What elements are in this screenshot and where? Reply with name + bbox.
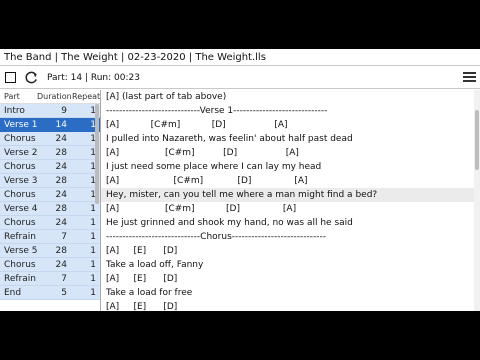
part-duration: 24 [55,260,67,270]
toolbar: Part: 14 | Run: 00:23 [0,67,480,89]
part-row[interactable]: Verse 1 14 1 [0,118,100,132]
part-name: Chorus [4,162,36,172]
part-row[interactable]: Chorus 24 1 [0,132,100,146]
part-row[interactable]: Verse 4 28 1 [0,202,100,216]
part-repeat: 1 [90,218,96,228]
part-name: Verse 1 [4,120,38,130]
lyric-line: [A] [C#m] [D] [A] [106,176,308,186]
parts-header: Part Duration Repeat [0,90,100,104]
part-duration: 28 [55,246,67,256]
part-repeat: 1 [90,288,96,298]
lyric-line: Take a load off, Fanny [106,260,204,270]
header-part: Part [4,92,20,101]
part-name: Intro [4,106,25,116]
part-row[interactable]: Refrain 7 1 [0,272,100,286]
part-name: Verse 5 [4,246,38,256]
part-duration: 24 [55,162,67,172]
part-duration: 28 [55,204,67,214]
status-readout: Part: 14 | Run: 00:23 [47,73,140,83]
part-row[interactable]: Chorus 24 1 [0,216,100,230]
part-row[interactable]: Chorus 24 1 [0,258,100,272]
part-row[interactable]: Chorus 24 1 [0,188,100,202]
lyric-line: [A] [C#m] [D] [A] [106,148,299,158]
app-window: The Band | The Weight | 02-23-2020 | The… [0,49,480,311]
part-row[interactable]: Intro 9 1 [0,104,100,118]
repeat-icon[interactable] [24,70,39,85]
part-duration: 7 [61,232,67,242]
lyric-line: I just need some place where I can lay m… [106,162,322,172]
lyric-line: I pulled into Nazareth, was feelin' abou… [106,134,353,144]
part-row[interactable]: End 5 1 [0,286,100,300]
part-repeat: 1 [90,274,96,284]
scrollbar-thumb[interactable] [475,110,479,170]
part-repeat: 1 [90,246,96,256]
lyric-line: He just grinned and shook my hand, no wa… [106,218,353,228]
part-row[interactable]: Refrain 7 1 [0,230,100,244]
part-name: Refrain [4,274,36,284]
part-name: Chorus [4,134,36,144]
lyrics-pane: [A] (last part of tab above) ------------… [101,90,474,311]
lyric-line: [A] [E] [D] [106,274,178,284]
part-duration: 24 [55,218,67,228]
part-name: Verse 2 [4,148,38,158]
part-name: Verse 4 [4,204,38,214]
part-duration: 24 [55,190,67,200]
parts-list: Part Duration Repeat Intro 9 1 Verse 1 14 1 Ch… [0,90,101,311]
part-name: End [4,288,22,298]
window-title: The Band | The Weight | 02-23-2020 | The… [0,49,480,66]
lyric-line: [A] [E] [D] [106,302,178,311]
parts-scrollbar[interactable] [95,104,99,204]
part-duration: 24 [55,134,67,144]
part-name: Chorus [4,260,36,270]
lyric-line: [A] [E] [D] [106,246,178,256]
lyric-line: [A] (last part of tab above) [106,92,227,102]
part-repeat: 1 [90,260,96,270]
lyric-line: [A] [C#m] [D] [A] [106,204,297,214]
part-duration: 28 [55,176,67,186]
part-repeat: 1 [90,204,96,214]
part-repeat: 1 [90,232,96,242]
part-name: Chorus [4,218,36,228]
part-name: Verse 3 [4,176,38,186]
part-row[interactable]: Verse 3 28 1 [0,174,100,188]
header-duration: Duration [37,92,72,101]
stop-button[interactable] [5,72,16,83]
part-duration: 7 [61,274,67,284]
part-row[interactable]: Chorus 24 1 [0,160,100,174]
part-row[interactable]: Verse 2 28 1 [0,146,100,160]
lyric-line: [A] [C#m] [D] [A] [106,120,288,130]
part-duration: 5 [61,288,67,298]
header-repeat: Repeat [72,92,101,101]
part-name: Refrain [4,232,36,242]
part-row[interactable]: Verse 5 28 1 [0,244,100,258]
part-name: Chorus [4,190,36,200]
lyric-line: Take a load for free [106,288,193,298]
lyric-line: Hey, mister, can you tell me where a man… [101,188,474,202]
part-duration: 14 [55,120,67,130]
menu-icon[interactable] [463,72,476,83]
lyric-line: -----------------------------Chorus-----… [106,232,326,242]
part-duration: 9 [61,106,67,116]
part-duration: 28 [55,148,67,158]
lyric-line: -----------------------------Verse 1----… [106,106,328,116]
lyrics-scrollbar[interactable] [474,90,480,311]
